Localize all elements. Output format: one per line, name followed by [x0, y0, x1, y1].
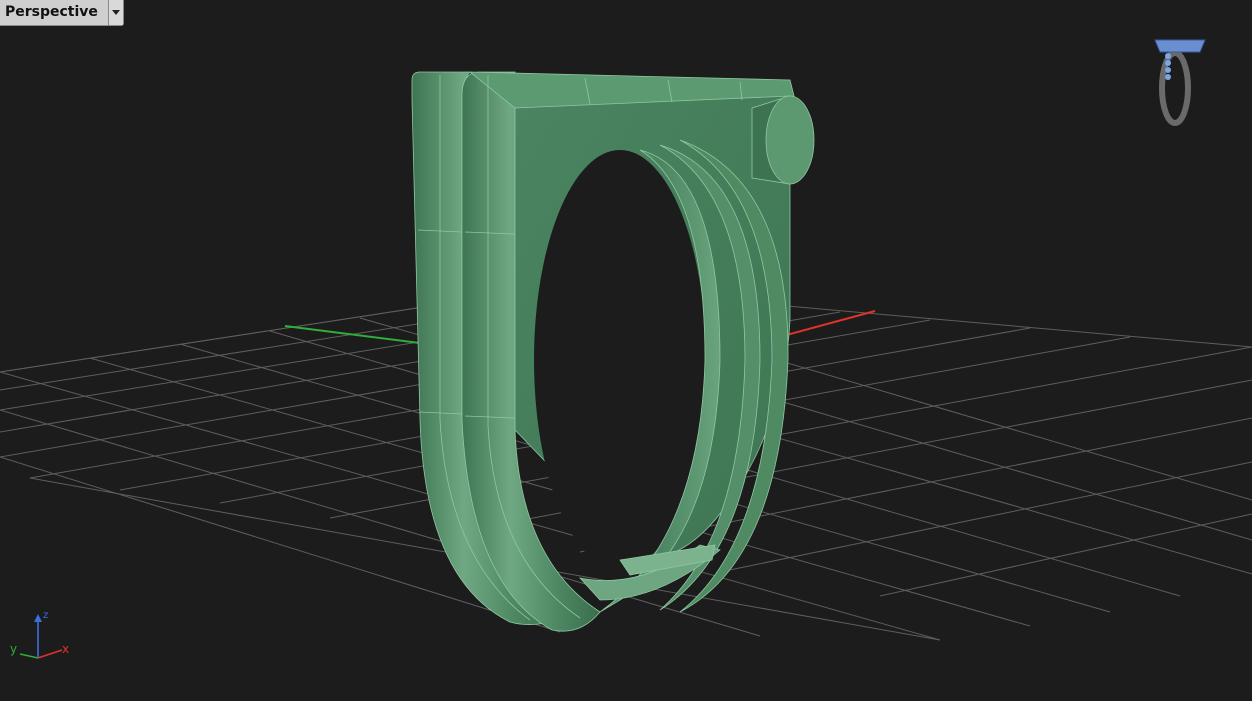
axis-label-x: x: [62, 642, 70, 656]
viewport-title[interactable]: Perspective: [0, 0, 108, 25]
viewport-canvas[interactable]: [0, 0, 1252, 701]
cylinder-boss: [751, 95, 815, 185]
viewport-perspective[interactable]: x y z Perspective: [0, 0, 1252, 701]
axis-indicator: [19, 614, 63, 659]
axis-label-y: y: [10, 642, 18, 656]
viewport-title-tab[interactable]: Perspective: [0, 0, 124, 26]
axis-label-z: z: [43, 610, 49, 621]
chevron-down-icon[interactable]: [107, 0, 123, 25]
ring-preview-icon[interactable]: [1154, 39, 1206, 126]
